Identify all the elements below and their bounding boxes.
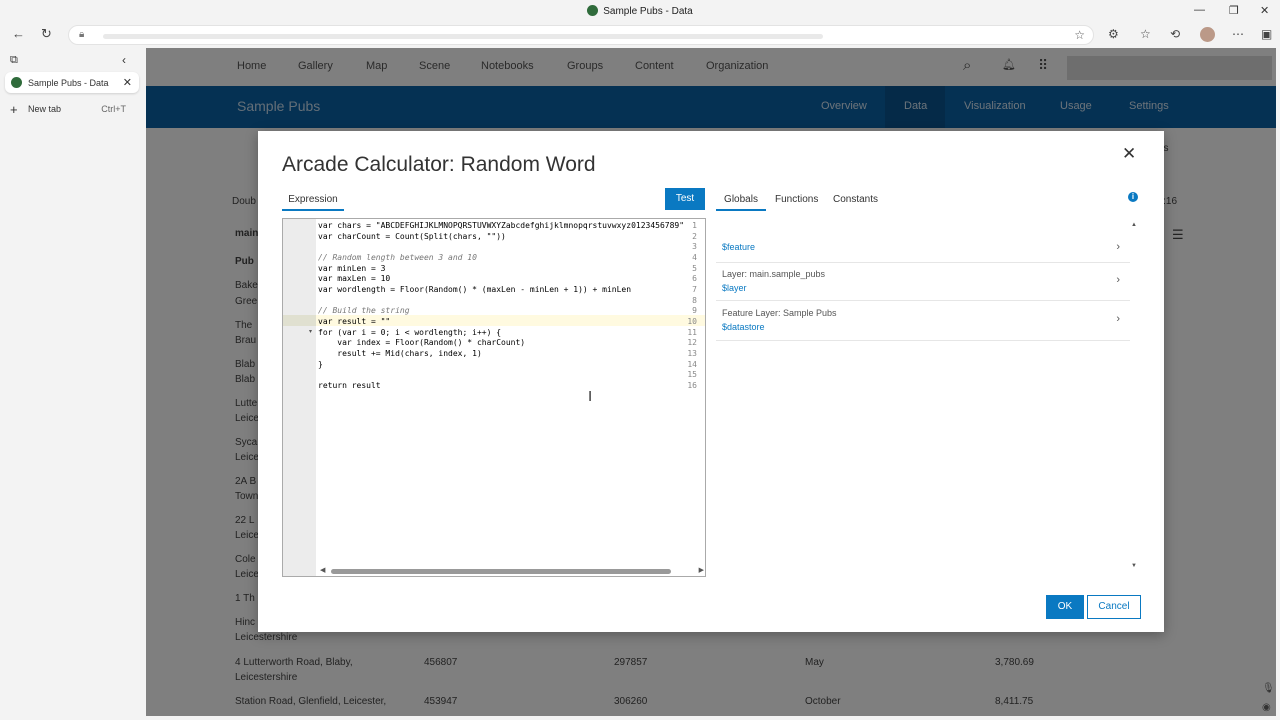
line-number: 2: [692, 232, 697, 241]
star-icon[interactable]: ☆: [1074, 28, 1085, 42]
fold-arrow-icon[interactable]: ▾: [309, 328, 312, 335]
window-title: Sample Pubs - Data: [0, 5, 1280, 17]
refresh-button[interactable]: ↻: [41, 26, 52, 42]
line-number: 1: [692, 221, 697, 230]
arcade-calculator-dialog: Arcade Calculator: Random Word ✕ Express…: [258, 131, 1164, 632]
favorites-icon[interactable]: ☆: [1140, 27, 1151, 41]
global-var: $datastore: [722, 322, 765, 332]
tab-constants[interactable]: Constants: [833, 189, 878, 211]
list-item-datastore[interactable]: Feature Layer: Sample Pubs $datastore ›: [716, 301, 1130, 341]
address-bar[interactable]: 🔒︎ ☆: [68, 25, 1094, 45]
line-number: 8: [692, 296, 697, 305]
globe-icon: [587, 5, 599, 16]
tab-functions[interactable]: Functions: [775, 189, 818, 211]
chevron-right-icon[interactable]: ›: [1116, 313, 1120, 325]
list-item-feature[interactable]: $feature ›: [716, 232, 1130, 263]
plus-icon: +: [10, 102, 18, 117]
close-icon[interactable]: ✕: [1122, 144, 1136, 164]
line-number: 12: [687, 338, 697, 347]
line-number: 14: [687, 360, 697, 369]
code-line: for (var i = 0; i < wordlength; i++) {: [318, 328, 502, 337]
text-cursor-icon: I: [588, 388, 593, 405]
feedback-icon[interactable]: ◉: [1262, 702, 1271, 713]
code-line: // Random length between 3 and 10: [318, 253, 477, 262]
code-line: var result = "": [318, 317, 391, 326]
horizontal-scrollbar[interactable]: ◀ ▶: [320, 566, 704, 576]
code-line: var index = Floor(Random() * charCount): [318, 338, 526, 347]
code-line: // Build the string: [318, 306, 410, 315]
tab-expression[interactable]: Expression: [282, 189, 344, 211]
close-tab-icon[interactable]: ✕: [123, 76, 132, 89]
line-number: 4: [692, 253, 697, 262]
collapse-sidebar-icon[interactable]: ‹: [122, 53, 126, 67]
tab-globals[interactable]: Globals: [716, 189, 766, 211]
code-line: return result: [318, 381, 381, 390]
global-label: Layer: main.sample_pubs: [722, 269, 826, 279]
scroll-left-icon[interactable]: ◀: [320, 566, 325, 574]
chevron-right-icon[interactable]: ›: [1116, 274, 1120, 286]
back-button[interactable]: ←: [12, 26, 25, 41]
line-number: 16: [687, 381, 697, 390]
code-line: var chars = "ABCDEFGHIJKLMNOPQRSTUVWXYZa…: [318, 221, 685, 230]
vertical-tabs-sidebar: ⧉ ‹ Sample Pubs - Data ✕ + New tab Ctrl+…: [0, 48, 146, 720]
more-menu-icon[interactable]: ⋯: [1232, 27, 1244, 41]
tab-sample-pubs[interactable]: Sample Pubs - Data ✕: [5, 72, 139, 93]
line-number-gutter: [283, 219, 316, 576]
line-number: 6: [692, 274, 697, 283]
globe-icon: [11, 77, 22, 88]
list-item-layer[interactable]: Layer: main.sample_pubs $layer ›: [716, 263, 1130, 301]
avatar[interactable]: [1200, 27, 1215, 42]
test-button[interactable]: Test: [665, 188, 705, 210]
active-line-gutter: [283, 315, 316, 326]
code-line: var wordlength = Floor(Random() * (maxLe…: [318, 285, 632, 294]
global-var: $feature: [722, 242, 756, 252]
line-number: 13: [687, 349, 697, 358]
browser-title-bar: Sample Pubs - Data — ❐ ✕: [0, 0, 1280, 22]
line-number: 9: [692, 306, 697, 315]
line-number: 3: [692, 242, 697, 251]
history-icon[interactable]: ⟲: [1170, 27, 1180, 41]
line-number: 11: [687, 328, 697, 337]
extensions-icon[interactable]: ⚙: [1108, 27, 1119, 41]
minimize-button[interactable]: —: [1194, 4, 1205, 16]
global-label: Feature Layer: Sample Pubs: [722, 308, 837, 318]
dialog-title: Arcade Calculator: Random Word: [282, 153, 596, 176]
line-number: 15: [687, 370, 697, 379]
close-window-button[interactable]: ✕: [1260, 4, 1269, 17]
code-line: result += Mid(chars, index, 1): [318, 349, 482, 358]
url-text: [103, 34, 823, 39]
cancel-button[interactable]: Cancel: [1087, 595, 1141, 619]
code-line: var maxLen = 10: [318, 274, 391, 283]
code-line: var charCount = Count(Split(chars, "")): [318, 232, 506, 241]
code-editor[interactable]: 1 2 3 4 5 6 7 8 9 10 11 12 13 14 15 16 ▾…: [282, 218, 706, 577]
lock-icon: 🔒︎: [79, 29, 85, 40]
line-number: 7: [692, 285, 697, 294]
scroll-right-icon[interactable]: ▶: [699, 566, 704, 574]
sidebar-toggle-icon[interactable]: ▣: [1261, 27, 1272, 41]
code-line: var minLen = 3: [318, 264, 386, 273]
line-number: 10: [687, 317, 697, 326]
info-icon[interactable]: i: [1128, 192, 1138, 202]
scrollbar-thumb[interactable]: [331, 569, 671, 574]
line-number: 5: [692, 264, 697, 273]
chevron-right-icon[interactable]: ›: [1116, 241, 1120, 253]
restore-button[interactable]: ❐: [1229, 4, 1239, 17]
code-line: }: [318, 360, 323, 369]
scroll-up-icon[interactable]: ▲: [1131, 222, 1137, 228]
ok-button[interactable]: OK: [1046, 595, 1084, 619]
mic-icon[interactable]: 🎙︎: [1262, 683, 1275, 694]
browser-toolbar: ← ↻ 🔒︎ ☆ ⚙ ☆ ⟲ ⋯ ▣: [0, 22, 1280, 48]
scroll-down-icon[interactable]: ▼: [1131, 563, 1137, 569]
global-var: $layer: [722, 283, 747, 293]
tab-actions-icon[interactable]: ⧉: [10, 54, 18, 67]
